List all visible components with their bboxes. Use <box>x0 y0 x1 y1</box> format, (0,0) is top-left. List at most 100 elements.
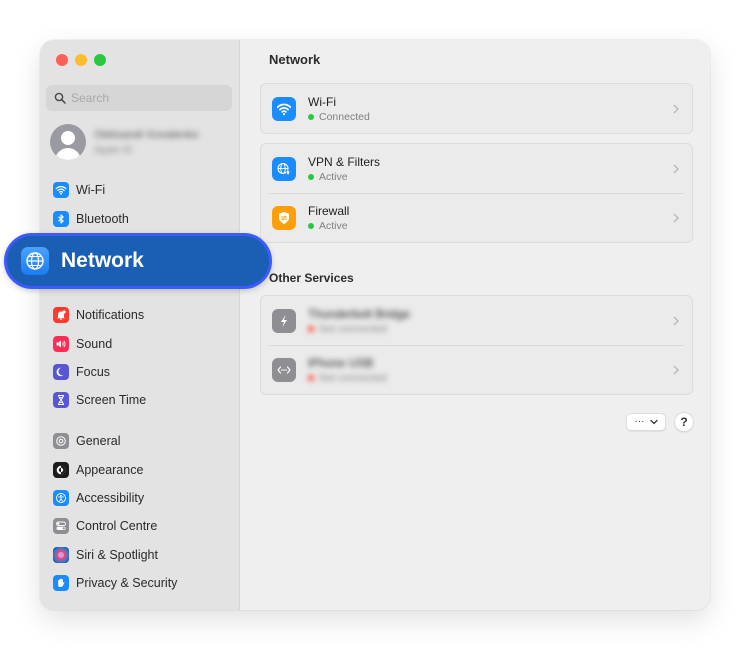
firewall-title: Firewall <box>308 203 350 218</box>
thunderbolt-bridge-text: Thunderbolt Bridge Not connected <box>308 307 410 335</box>
globe-icon <box>21 247 49 275</box>
sidebar: Oleksandr Kovalenko Apple ID Wi-Fi Bluet… <box>40 40 240 610</box>
status-text: Connected <box>319 110 370 123</box>
vpn-globe-icon <box>272 156 296 181</box>
sidebar-item-label: Control Centre <box>76 519 158 534</box>
search-input[interactable] <box>71 91 221 105</box>
profile-subtitle: Apple ID <box>94 144 133 156</box>
chevron-right-icon <box>673 213 679 222</box>
usb-connection-icon <box>272 357 296 382</box>
status-text: Active <box>319 170 348 183</box>
profile-name: Oleksandr Kovalenko <box>94 128 199 141</box>
profile-text: Oleksandr Kovalenko Apple ID <box>94 129 199 156</box>
sidebar-item-label: Bluetooth <box>76 211 129 226</box>
wifi-title: Wi-Fi <box>308 94 336 109</box>
search-field[interactable] <box>46 85 232 111</box>
apple-id-profile[interactable]: Oleksandr Kovalenko Apple ID <box>50 124 199 160</box>
status-text: Active <box>319 219 348 232</box>
vpn-filters-title: VPN & Filters <box>308 154 381 169</box>
status-dot-red <box>308 374 314 381</box>
more-actions-button[interactable]: ··· <box>626 413 666 431</box>
sidebar-item-bluetooth[interactable]: Bluetooth <box>40 204 240 232</box>
iphone-usb-text: iPhone USB Not connected <box>308 356 387 384</box>
help-button[interactable]: ? <box>674 412 694 432</box>
appearance-icon <box>53 461 69 478</box>
status-dot-green <box>308 173 314 180</box>
system-settings-window: Oleksandr Kovalenko Apple ID Wi-Fi Bluet… <box>40 40 710 610</box>
sidebar-item-focus[interactable]: Focus <box>40 358 240 386</box>
traffic-lights <box>56 54 106 66</box>
sidebar-group-system: General Appearance Accessibility Control… <box>40 427 240 597</box>
sidebar-item-label: Appearance <box>76 462 144 477</box>
sidebar-item-label: General <box>76 434 121 449</box>
sidebar-item-general[interactable]: General <box>40 427 240 455</box>
other-services-heading: Other Services <box>269 271 354 285</box>
speaker-icon <box>53 335 69 352</box>
vpn-filters-row[interactable]: VPN & Filters Active <box>261 144 692 193</box>
moon-icon <box>53 363 69 380</box>
page-title: Network <box>269 52 321 67</box>
chevron-right-icon <box>673 365 679 374</box>
sidebar-item-label: Wi-Fi <box>76 183 106 198</box>
thunderbolt-bridge-title: Thunderbolt Bridge <box>308 306 411 321</box>
sidebar-item-screen-time[interactable]: Screen Time <box>40 386 240 414</box>
sidebar-item-control-centre[interactable]: Control Centre <box>40 512 240 540</box>
gear-icon <box>53 433 69 450</box>
wifi-icon <box>53 182 69 199</box>
hourglass-icon <box>53 392 69 409</box>
wifi-status: Connected <box>308 111 370 123</box>
wifi-icon <box>272 96 296 121</box>
chevron-right-icon <box>673 164 679 173</box>
sidebar-item-wifi[interactable]: Wi-Fi <box>40 176 240 204</box>
other-services-card: Thunderbolt Bridge Not connected iPhone … <box>260 295 693 395</box>
sidebar-item-siri-spotlight[interactable]: Siri & Spotlight <box>40 541 240 569</box>
bluetooth-icon <box>53 210 69 227</box>
sidebar-item-label: Notifications <box>76 308 145 323</box>
sidebar-item-accessibility[interactable]: Accessibility <box>40 484 240 512</box>
firewall-status: Active <box>308 220 349 232</box>
search-icon <box>54 92 66 104</box>
sidebar-item-appearance[interactable]: Appearance <box>40 455 240 483</box>
chevron-down-icon <box>649 419 658 425</box>
vpn-filters-text: VPN & Filters Active <box>308 155 380 183</box>
status-dot-green <box>308 113 314 120</box>
iphone-usb-title: iPhone USB <box>308 355 374 370</box>
ellipsis-icon: ··· <box>634 416 645 427</box>
wifi-text: Wi-Fi Connected <box>308 95 370 123</box>
status-dot-green <box>308 222 314 229</box>
accessibility-icon <box>53 489 69 506</box>
vpn-filters-status: Active <box>308 171 380 183</box>
thunderbolt-bridge-row[interactable]: Thunderbolt Bridge Not connected <box>261 296 692 345</box>
highlight-label: Network <box>61 249 144 272</box>
thunderbolt-bridge-status: Not connected <box>308 323 410 335</box>
sidebar-item-label: Sound <box>76 336 113 351</box>
sidebar-item-sound[interactable]: Sound <box>40 329 240 357</box>
sidebar-item-label: Screen Time <box>76 393 147 408</box>
avatar <box>50 124 86 160</box>
firewall-shield-icon <box>272 205 296 230</box>
bell-icon <box>53 307 69 324</box>
firewall-row[interactable]: Firewall Active <box>261 193 692 242</box>
network-highlight-callout[interactable]: Network <box>4 233 272 289</box>
iphone-usb-row[interactable]: iPhone USB Not connected <box>261 345 692 394</box>
close-button[interactable] <box>56 54 68 66</box>
iphone-usb-status: Not connected <box>308 372 387 384</box>
status-text: Not connected <box>319 371 387 384</box>
status-text: Not connected <box>319 322 387 335</box>
siri-icon <box>53 546 69 563</box>
thunderbolt-icon <box>272 308 296 333</box>
hand-icon <box>53 575 69 592</box>
sidebar-item-label: Privacy & Security <box>76 576 178 591</box>
sidebar-item-privacy-security[interactable]: Privacy & Security <box>40 569 240 597</box>
sidebar-item-notifications[interactable]: Notifications <box>40 301 240 329</box>
zoom-button[interactable] <box>94 54 106 66</box>
sidebar-item-label: Focus <box>76 364 111 379</box>
wifi-row[interactable]: Wi-Fi Connected <box>261 84 692 133</box>
firewall-text: Firewall Active <box>308 204 349 232</box>
main-pane: Network Wi-Fi Connected VPN & Filters Ac… <box>241 40 710 610</box>
sidebar-group-notifications: Notifications Sound Focus Screen Time <box>40 301 240 415</box>
minimize-button[interactable] <box>75 54 87 66</box>
sidebar-item-label: Siri & Spotlight <box>76 547 158 562</box>
footer-buttons: ··· ? <box>626 412 694 432</box>
toggles-icon <box>53 518 69 535</box>
